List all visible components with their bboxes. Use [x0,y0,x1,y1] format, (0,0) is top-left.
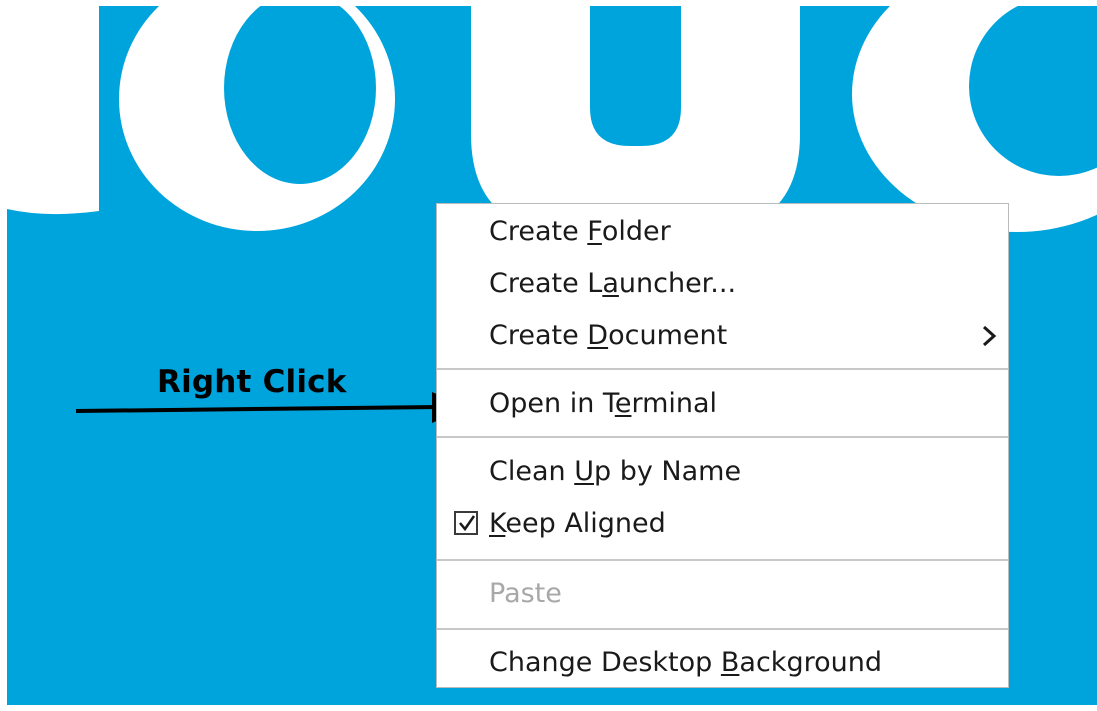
menu-item-label: Create Document [489,320,728,351]
menu-item-label: Create Launcher... [489,268,737,299]
arrow-shaft [75,405,441,413]
menu-item-label: Clean Up by Name [489,456,742,487]
screenshot: Right Click Create Folder Create Launche… [0,0,1097,711]
menu-item-label: Change Desktop Background [489,647,882,678]
checkbox-checked-icon[interactable] [454,511,478,535]
menu-item-create-folder[interactable]: Create Folder [437,207,1008,257]
menu-separator [437,559,1008,561]
menu-separator [437,368,1008,370]
menu-item-create-document[interactable]: Create Document [437,311,1008,361]
menu-item-label: Keep Aligned [489,508,666,539]
menu-item-create-launcher[interactable]: Create Launcher... [437,259,1008,309]
chevron-right-icon [982,325,997,347]
menu-item-label: Open in Terminal [489,388,718,419]
menu-item-open-in-terminal[interactable]: Open in Terminal [437,379,1008,429]
annotation-label: Right Click [157,364,347,400]
menu-item-label: Create Folder [489,216,671,247]
check-mark-icon [459,515,476,532]
menu-item-keep-aligned[interactable]: Keep Aligned [437,499,1008,549]
menu-separator [437,436,1008,438]
menu-item-clean-up-by-name[interactable]: Clean Up by Name [437,447,1008,497]
context-menu: Create Folder Create Launcher... Create … [436,203,1009,688]
menu-item-label: Paste [489,578,562,609]
menu-item-paste: Paste [437,569,1008,619]
menu-separator [437,628,1008,630]
menu-item-change-desktop-background[interactable]: Change Desktop Background [437,638,1008,688]
